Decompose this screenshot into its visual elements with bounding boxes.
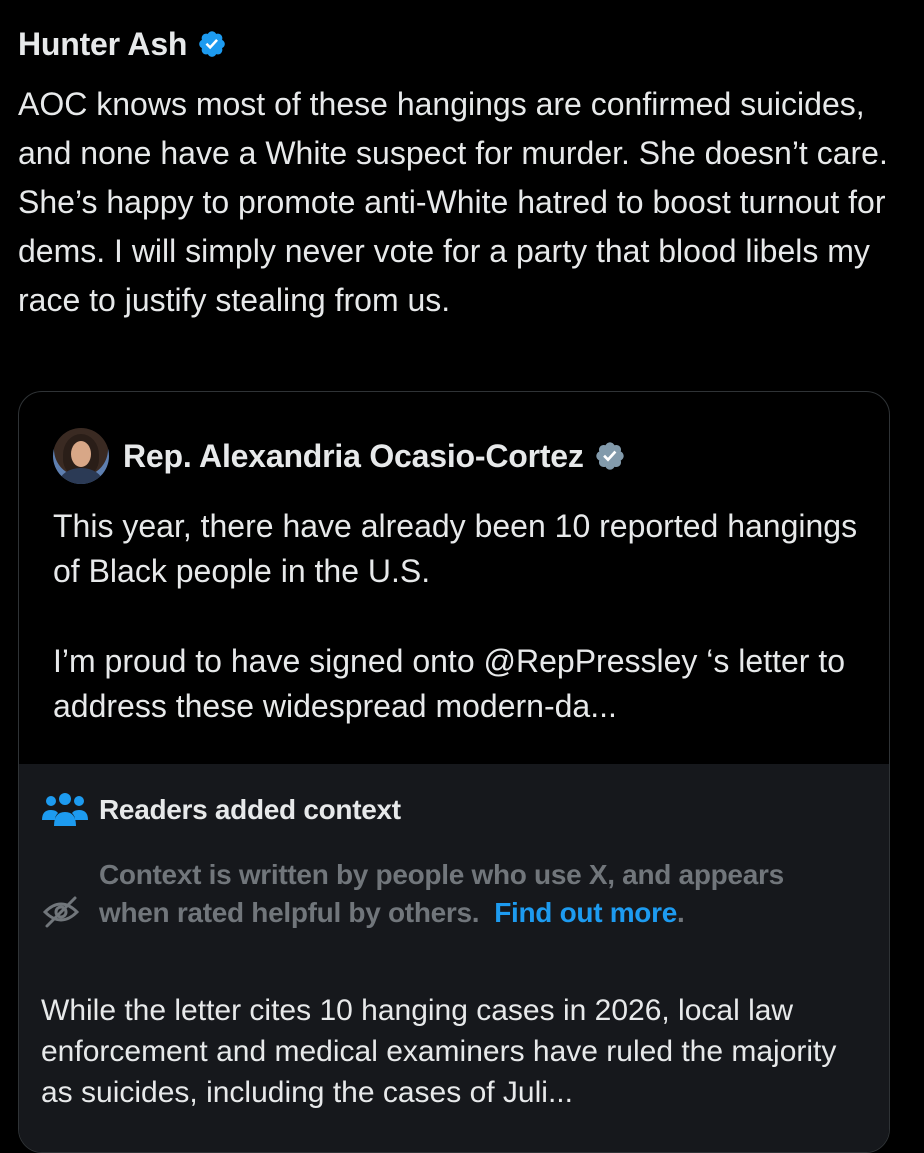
redacted-handle [280,8,895,70]
context-disclaimer: Context is written by people who use X, … [99,856,859,932]
quoted-tweet-author-name[interactable]: Rep. Alexandria Ocasio-Cortez [123,438,584,475]
avatar[interactable] [53,428,109,484]
tweet-author-name[interactable]: Hunter Ash [18,26,187,63]
tweet-body-text: AOC knows most of these hangings are con… [18,86,897,318]
people-group-icon [41,792,89,828]
verified-gray-badge-icon[interactable] [594,440,626,472]
verified-badge-icon[interactable] [197,29,227,59]
disclaimer-period: . [676,897,685,928]
context-title: Readers added context [99,794,401,825]
quoted-tweet-author-row: Rep. Alexandria Ocasio-Cortez [53,428,626,484]
find-out-more-link[interactable]: Find out more [494,897,677,928]
quoted-tweet-card[interactable]: Rep. Alexandria Ocasio-Cortez This year,… [18,391,890,1153]
readers-context-panel: Readers added context Context is written… [19,764,889,1152]
context-header: Readers added context [41,792,401,828]
eye-slash-icon [41,892,81,932]
community-note-text: While the letter cites 10 hanging cases … [41,994,837,1109]
quoted-tweet-text: This year, there have already been 10 re… [53,508,858,724]
tweet-author-row: Hunter Ash [18,22,227,66]
